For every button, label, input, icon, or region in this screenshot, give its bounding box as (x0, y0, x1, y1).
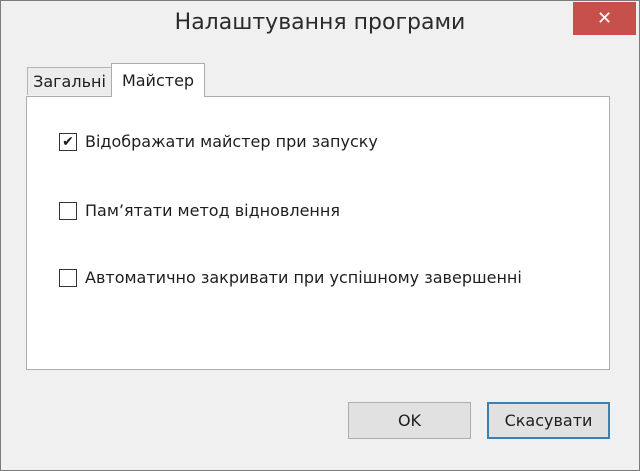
option-label: Пам’ятати метод відновлення (85, 201, 340, 220)
tab-panel-wizard: ✔ Відображати майстер при запуску Пам’ят… (26, 96, 610, 370)
window-title: Налаштування програми (174, 10, 466, 35)
checkmark-icon: ✔ (62, 133, 74, 150)
settings-dialog: Налаштування програми ✕ Загальні Майстер… (0, 0, 640, 471)
option-show-wizard-on-start[interactable]: ✔ Відображати майстер при запуску (59, 132, 378, 151)
ok-button[interactable]: OK (348, 402, 471, 439)
option-label: Автоматично закривати при успішному заве… (85, 268, 522, 287)
tab-wizard[interactable]: Майстер (111, 63, 205, 97)
show-wizard-checkbox[interactable]: ✔ (59, 132, 77, 151)
option-remember-recovery-method[interactable]: Пам’ятати метод відновлення (59, 201, 340, 220)
option-auto-close-on-success[interactable]: Автоматично закривати при успішному заве… (59, 268, 522, 287)
cancel-button[interactable]: Скасувати (487, 402, 610, 439)
remember-method-checkbox[interactable] (59, 201, 77, 220)
auto-close-checkbox[interactable] (59, 268, 77, 287)
close-icon: ✕ (596, 7, 613, 29)
option-label: Відображати майстер при запуску (85, 132, 378, 151)
tab-general[interactable]: Загальні (27, 67, 112, 95)
title-bar[interactable]: Налаштування програми ✕ (1, 1, 639, 48)
close-button[interactable]: ✕ (573, 2, 636, 35)
